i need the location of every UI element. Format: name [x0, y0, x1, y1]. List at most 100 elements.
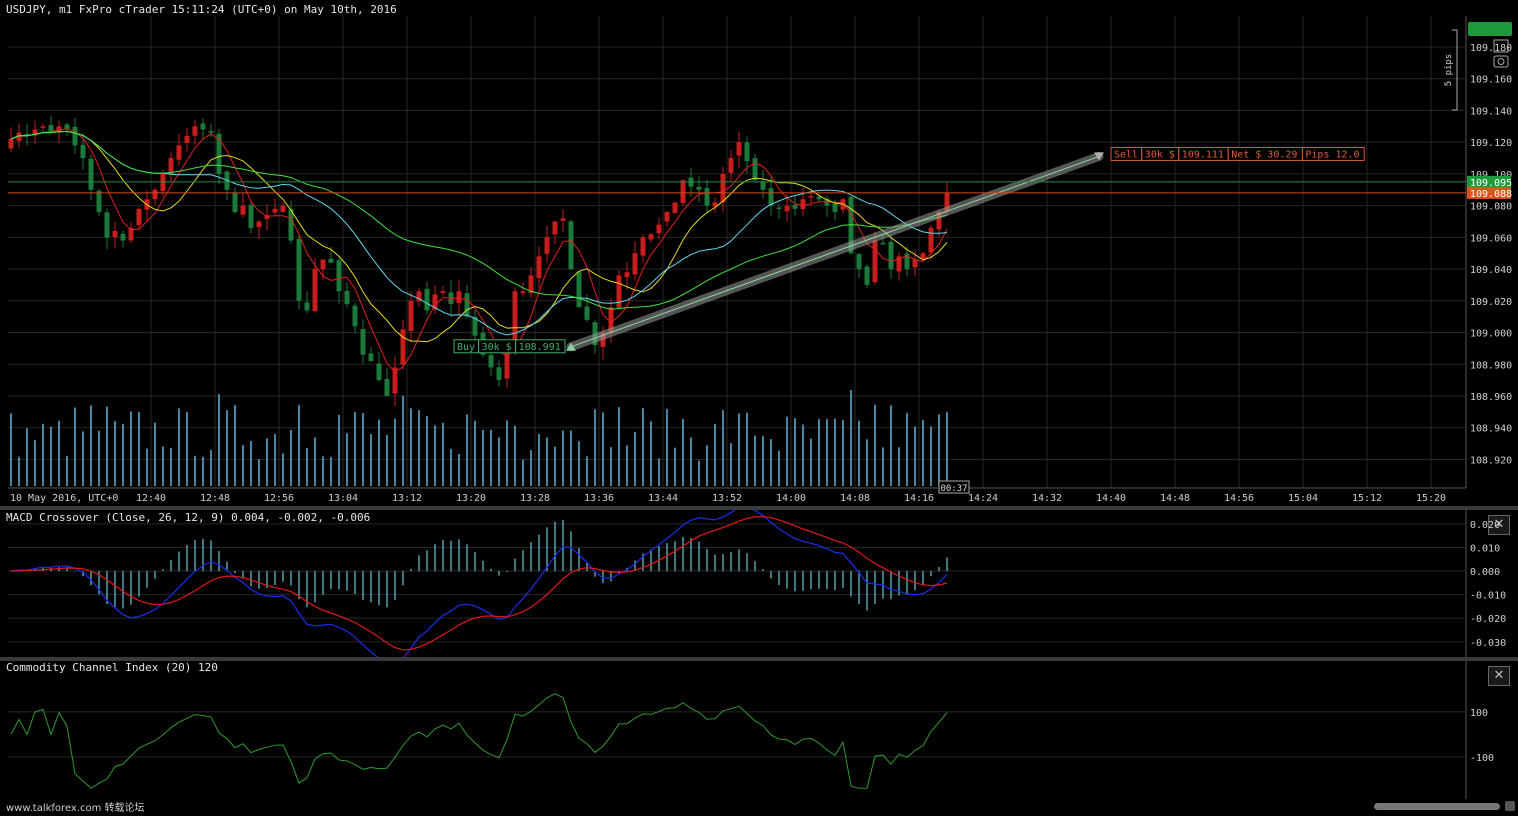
candle	[160, 173, 166, 192]
candle	[456, 291, 462, 304]
candle	[208, 131, 214, 133]
time-tick-label: 14:32	[1032, 493, 1062, 504]
buy-tag-label: 108.991	[519, 342, 561, 353]
candle	[736, 142, 742, 156]
candle	[928, 227, 934, 253]
candle	[776, 207, 782, 209]
candle	[888, 241, 894, 270]
candle	[632, 253, 638, 275]
ask-price-label: 109.088	[1470, 189, 1512, 200]
candle	[352, 305, 358, 327]
candle	[80, 144, 86, 159]
candle	[360, 329, 366, 355]
candle	[408, 300, 414, 331]
candle	[72, 126, 78, 146]
time-tick-label: 13:44	[648, 493, 678, 504]
time-tick-label: 15:12	[1352, 493, 1382, 504]
time-tick-label: 14:48	[1160, 493, 1190, 504]
candle	[696, 186, 702, 190]
scroll-right-icon[interactable]	[1505, 801, 1515, 811]
candle	[152, 189, 158, 200]
trade-line-center	[570, 155, 1100, 348]
candle	[536, 256, 542, 279]
macd-tick-label: -0.030	[1470, 638, 1506, 649]
candle	[792, 204, 798, 209]
candle	[552, 221, 558, 235]
chart-window: USDJPY, m1 FxPro cTrader 15:11:24 (UTC+0…	[0, 0, 1518, 816]
candle	[368, 353, 374, 362]
sell-tag-label: 30k $	[1145, 149, 1175, 160]
candle	[8, 138, 14, 149]
candle	[240, 205, 246, 215]
camera-lens-icon	[1497, 58, 1505, 65]
candle	[704, 187, 710, 206]
time-tick-label: 12:56	[264, 493, 294, 504]
candle	[808, 196, 814, 198]
candle	[40, 126, 46, 128]
price-chart[interactable]: Buy 30k $ 108.991 Sell 30k $ 109.111 Net $ 30.…	[0, 0, 1518, 506]
candle	[624, 272, 630, 278]
time-tick-label: 13:52	[712, 493, 742, 504]
candle	[560, 218, 566, 221]
candle	[656, 224, 662, 234]
countdown-label: 00:37	[940, 484, 967, 494]
time-tick-label: 15:04	[1288, 493, 1318, 504]
macd-tick-label: -0.020	[1470, 614, 1506, 625]
candle	[664, 211, 670, 222]
sell-tag-label: Sell	[1114, 149, 1138, 160]
candle	[96, 190, 102, 212]
macd-tick-label: 0.010	[1470, 543, 1500, 554]
camera-icon	[1493, 55, 1509, 68]
candle	[872, 240, 878, 283]
candle	[920, 253, 926, 259]
price-tick-label: 108.960	[1470, 392, 1512, 403]
candle	[464, 293, 470, 317]
candle	[768, 188, 774, 206]
macd-tick-label: 0.000	[1470, 567, 1500, 578]
price-tick-label: 108.920	[1470, 455, 1512, 466]
candle	[568, 221, 574, 270]
price-tick-label: 109.140	[1470, 106, 1512, 117]
candle	[320, 259, 326, 270]
candle	[120, 233, 126, 241]
time-tick-label: 14:56	[1224, 493, 1254, 504]
candle	[752, 158, 758, 181]
candle	[248, 204, 254, 228]
watermark: www.talkforex.com 转载论坛	[6, 803, 145, 814]
time-tick-label: 13:28	[520, 493, 550, 504]
candle	[544, 237, 550, 254]
cci-chart[interactable]: 100 -100	[0, 661, 1518, 799]
time-tick-label: 14:08	[840, 493, 870, 504]
horizontal-scrollbar[interactable]	[1374, 803, 1500, 810]
buy-tag-label: 30k $	[482, 342, 512, 353]
time-tick-label: 13:04	[328, 493, 358, 504]
price-tick-label: 108.980	[1470, 360, 1512, 371]
sell-tag-label: 109.111	[1182, 149, 1224, 160]
macd-chart[interactable]: 0.020 0.010 0.000 -0.010 -0.020 -0.030	[0, 510, 1518, 658]
candle	[200, 123, 206, 130]
price-tick-label: 109.000	[1470, 329, 1512, 340]
candle	[856, 253, 862, 270]
candle	[488, 355, 494, 368]
time-tick-label: 13:36	[584, 493, 614, 504]
candle	[384, 378, 390, 396]
candle	[136, 208, 142, 226]
candle	[192, 126, 198, 136]
candle	[760, 181, 766, 190]
candle	[176, 145, 182, 160]
candle	[184, 135, 190, 144]
macd-tick-label: 0.020	[1470, 520, 1500, 531]
candle	[496, 367, 502, 381]
candle	[280, 205, 286, 212]
pip-scale-label: 5 pips	[1444, 54, 1454, 87]
candle	[376, 363, 382, 381]
candle	[800, 199, 806, 210]
candle	[648, 234, 654, 240]
candle	[328, 258, 334, 263]
time-tick-label: 12:40	[136, 493, 166, 504]
macd-line	[10, 510, 948, 658]
candle	[864, 266, 870, 285]
candle	[784, 205, 790, 212]
candle	[672, 202, 678, 214]
price-tick-label: 109.120	[1470, 138, 1512, 149]
